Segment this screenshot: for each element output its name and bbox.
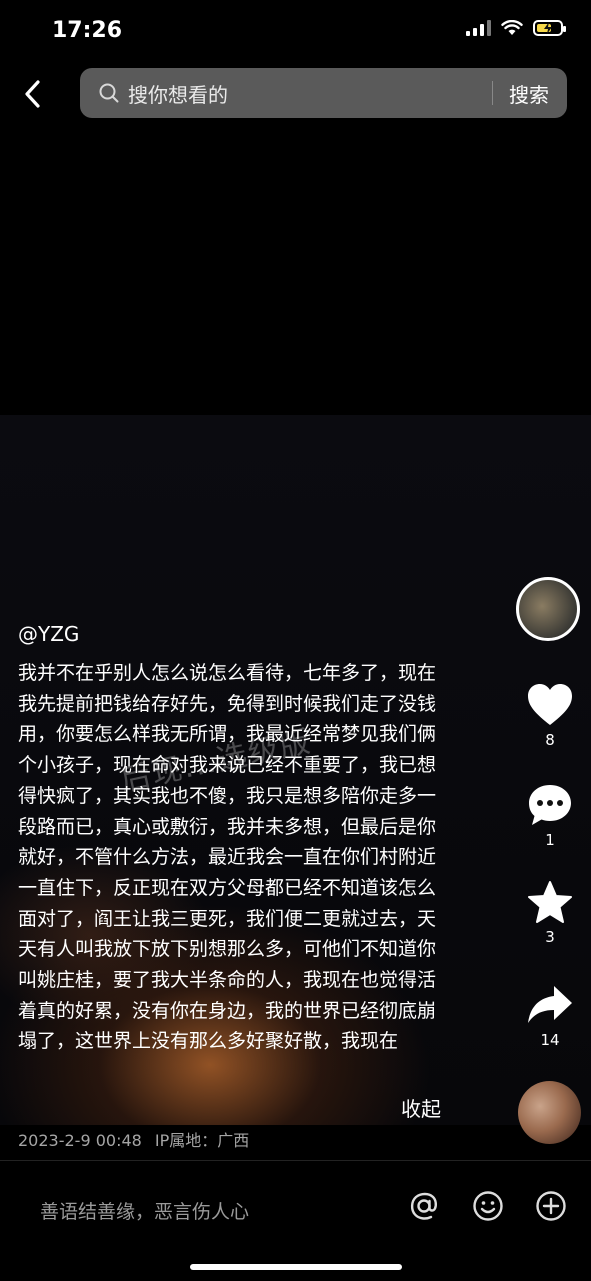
- comment-icon: [529, 785, 571, 825]
- music-disc[interactable]: [518, 1081, 581, 1144]
- heart-icon: [528, 684, 572, 725]
- favorite-count: 3: [545, 928, 555, 946]
- search-divider: [492, 81, 493, 105]
- emoji-icon[interactable]: [472, 1190, 504, 1222]
- search-input[interactable]: 搜你想看的: [128, 79, 492, 108]
- like-button[interactable]: 8: [520, 683, 580, 749]
- share-button[interactable]: 14: [520, 983, 580, 1049]
- at-mention-icon[interactable]: [408, 1190, 440, 1222]
- share-count: 14: [540, 1031, 560, 1049]
- author-name[interactable]: @YZG: [18, 622, 79, 646]
- collapse-button[interactable]: 收起: [401, 1093, 441, 1122]
- back-arrow-icon[interactable]: [18, 76, 50, 112]
- comment-button[interactable]: 1: [520, 783, 580, 849]
- favorite-button[interactable]: 3: [520, 880, 580, 946]
- status-time: 17:26: [52, 18, 123, 43]
- post-caption: 我并不在乎别人怎么说怎么看待，七年多了，现在我先提前把钱给存好先，免得到时候我们…: [18, 662, 437, 1053]
- cellular-signal-icon: [466, 20, 491, 36]
- star-icon: [528, 881, 572, 923]
- search-icon: [99, 83, 119, 103]
- post-date: 2023-2-9 00:48: [18, 1131, 142, 1150]
- comment-input[interactable]: 善语结善缘，恶言伤人心: [40, 1197, 249, 1224]
- home-indicator[interactable]: [190, 1264, 402, 1270]
- share-arrow-icon: [528, 986, 572, 1023]
- search-bar[interactable]: 搜你想看的 搜索: [80, 68, 567, 118]
- battery-charging-icon: [533, 20, 566, 36]
- ip-location: IP属地：广西: [154, 1131, 250, 1150]
- wifi-icon: [501, 20, 523, 35]
- post-meta: 2023-2-9 00:48 IP属地：广西: [18, 1127, 249, 1151]
- add-plus-icon[interactable]: [535, 1190, 567, 1222]
- status-icons: [466, 20, 566, 36]
- comment-count: 1: [545, 831, 555, 849]
- author-avatar[interactable]: [516, 577, 580, 641]
- search-button[interactable]: 搜索: [509, 79, 549, 108]
- like-count: 8: [545, 731, 555, 749]
